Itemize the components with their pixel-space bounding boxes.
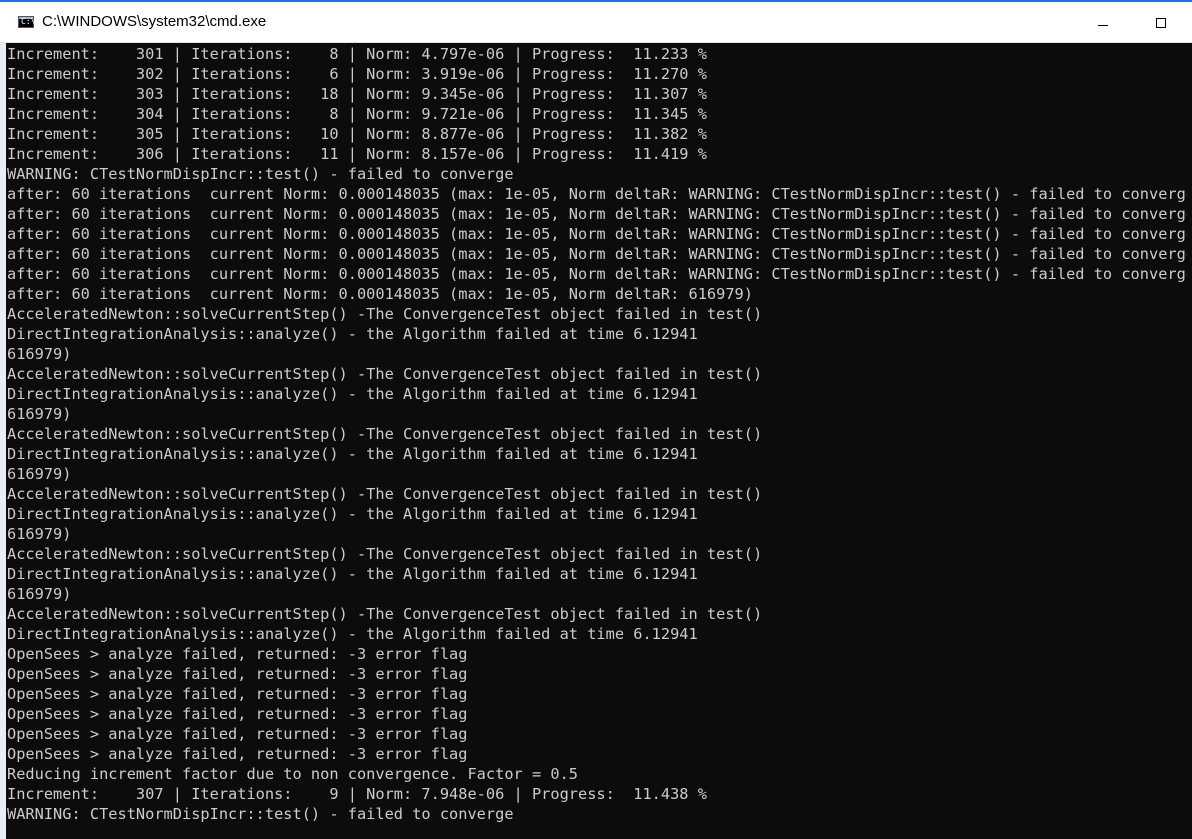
console-line: 616979) — [7, 345, 72, 363]
console-line: AcceleratedNewton::solveCurrentStep() -T… — [7, 305, 763, 323]
window-edge — [0, 0, 6, 839]
console-line: Increment: 306 | Iterations: 11 | Norm: … — [7, 145, 707, 163]
console-line: AcceleratedNewton::solveCurrentStep() -T… — [7, 545, 763, 563]
console-line: DirectIntegrationAnalysis::analyze() - t… — [7, 445, 698, 463]
console-output[interactable]: Increment: 301 | Iterations: 8 | Norm: 4… — [7, 44, 1187, 839]
console-line: after: 60 iterations current Norm: 0.000… — [7, 225, 1187, 243]
minimize-icon — [1098, 25, 1108, 26]
console-line: after: 60 iterations current Norm: 0.000… — [7, 205, 1187, 223]
console-line: AcceleratedNewton::solveCurrentStep() -T… — [7, 485, 763, 503]
console-line: Increment: 301 | Iterations: 8 | Norm: 4… — [7, 45, 707, 63]
cmd-icon: C:\ — [18, 16, 35, 28]
console-line: OpenSees > analyze failed, returned: -3 … — [7, 665, 468, 683]
console-line: Reducing increment factor due to non con… — [7, 765, 578, 783]
console-line: 616979) — [7, 405, 72, 423]
maximize-button[interactable] — [1139, 4, 1185, 42]
console-line: OpenSees > analyze failed, returned: -3 … — [7, 685, 468, 703]
console-line: Increment: 303 | Iterations: 18 | Norm: … — [7, 85, 707, 103]
console-line: Increment: 302 | Iterations: 6 | Norm: 3… — [7, 65, 707, 83]
console-line: DirectIntegrationAnalysis::analyze() - t… — [7, 325, 698, 343]
console-line: after: 60 iterations current Norm: 0.000… — [7, 185, 1187, 203]
minimize-button[interactable] — [1080, 4, 1126, 42]
console-line: Increment: 304 | Iterations: 8 | Norm: 9… — [7, 105, 707, 123]
console-line: Increment: 307 | Iterations: 9 | Norm: 7… — [7, 785, 707, 803]
console-line: DirectIntegrationAnalysis::analyze() - t… — [7, 385, 698, 403]
console-line: DirectIntegrationAnalysis::analyze() - t… — [7, 625, 698, 643]
maximize-icon — [1156, 18, 1166, 28]
console-line: OpenSees > analyze failed, returned: -3 … — [7, 725, 468, 743]
console-line: Increment: 305 | Iterations: 10 | Norm: … — [7, 125, 707, 143]
console-line: WARNING: CTestNormDispIncr::test() - fai… — [7, 805, 514, 823]
console-line: after: 60 iterations current Norm: 0.000… — [7, 245, 1187, 263]
console-line: OpenSees > analyze failed, returned: -3 … — [7, 645, 468, 663]
console-line: DirectIntegrationAnalysis::analyze() - t… — [7, 505, 698, 523]
console-line: AcceleratedNewton::solveCurrentStep() -T… — [7, 425, 763, 443]
console-line: OpenSees > analyze failed, returned: -3 … — [7, 745, 468, 763]
console-line: 616979) — [7, 525, 72, 543]
console-line: after: 60 iterations current Norm: 0.000… — [7, 285, 753, 303]
console-line: AcceleratedNewton::solveCurrentStep() -T… — [7, 365, 763, 383]
console-line: DirectIntegrationAnalysis::analyze() - t… — [7, 565, 698, 583]
console-line: WARNING: CTestNormDispIncr::test() - fai… — [7, 165, 514, 183]
cmd-window: C:\ C:\WINDOWS\system32\cmd.exe Incremen… — [0, 0, 1192, 839]
console-line: 616979) — [7, 585, 72, 603]
console-line: after: 60 iterations current Norm: 0.000… — [7, 265, 1187, 283]
window-title: C:\WINDOWS\system32\cmd.exe — [42, 13, 267, 30]
console-line: AcceleratedNewton::solveCurrentStep() -T… — [7, 605, 763, 623]
console-line: OpenSees > analyze failed, returned: -3 … — [7, 705, 468, 723]
title-bar[interactable]: C:\ C:\WINDOWS\system32\cmd.exe — [0, 0, 1192, 43]
console-line: 616979) — [7, 465, 72, 483]
